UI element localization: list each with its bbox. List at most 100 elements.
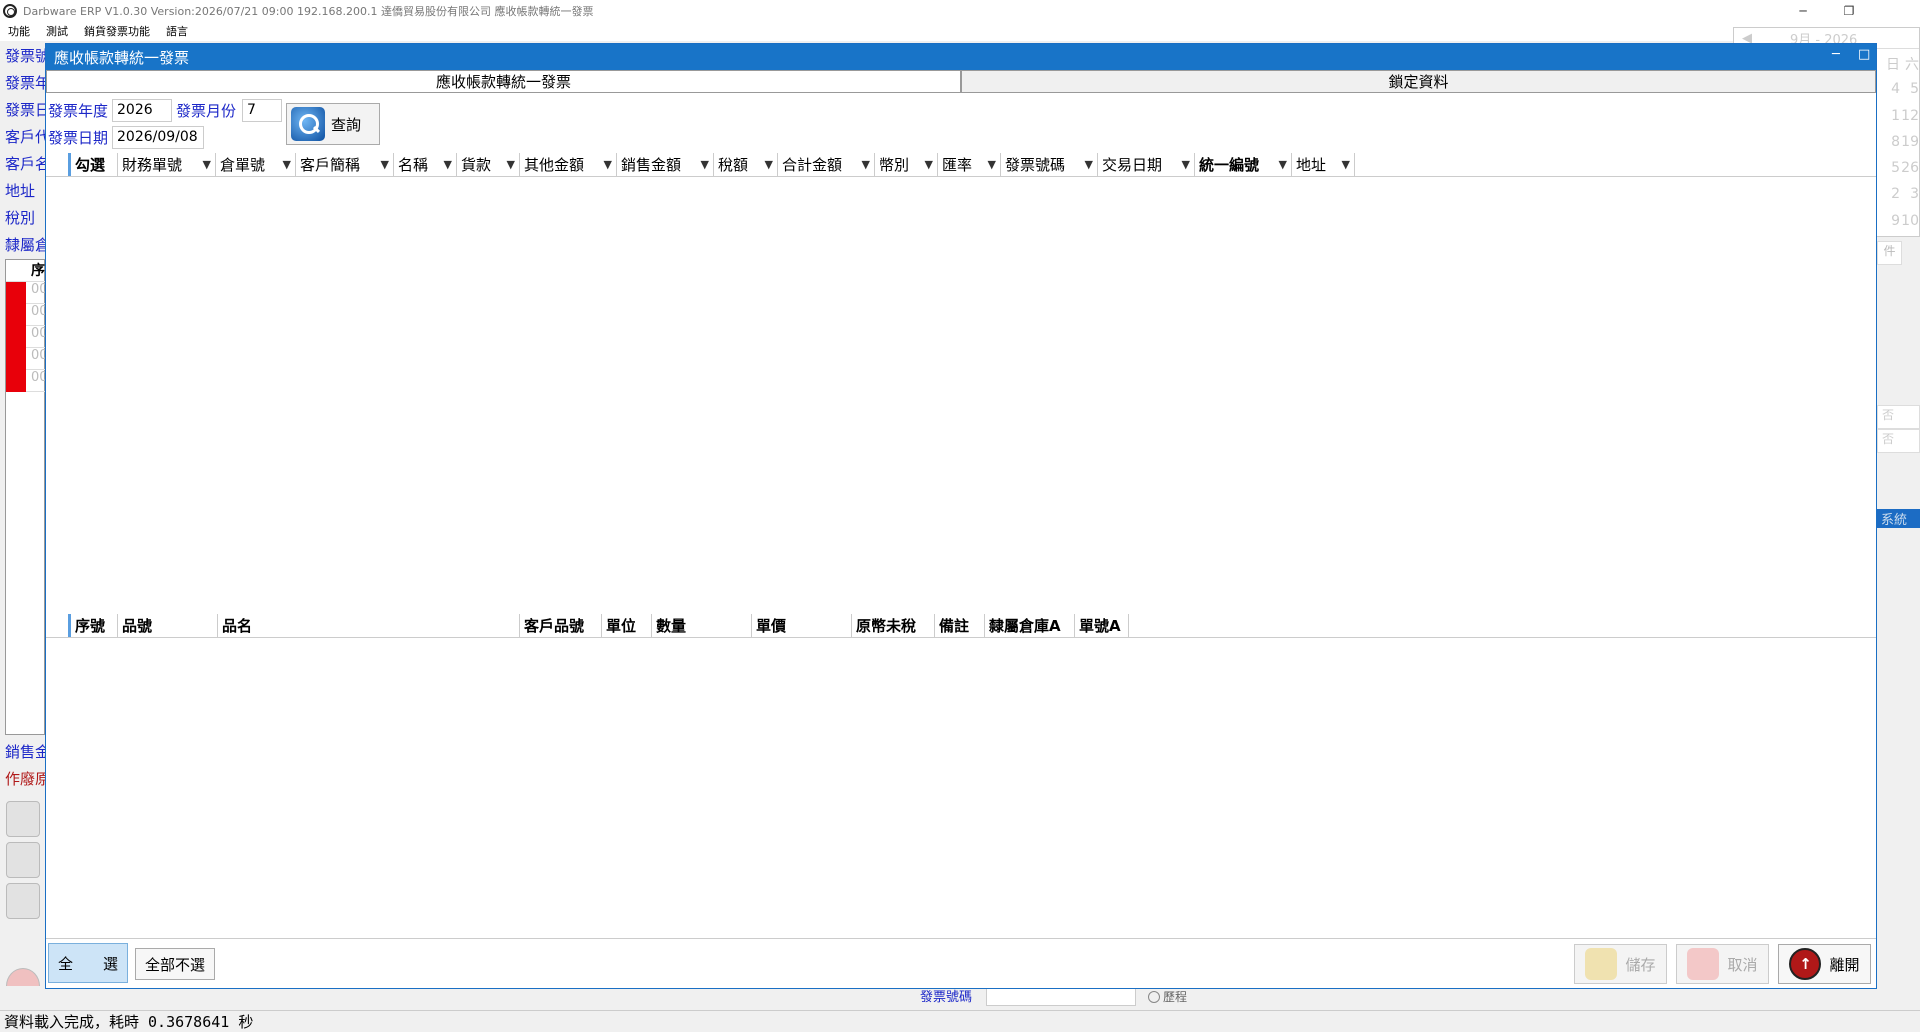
col-tax-id[interactable]: 統一編號 ▼ — [1195, 153, 1292, 176]
child-window: 應收帳款轉統一發票 ─ □ 應收帳款轉統一發票 鎖定資料 發票年度 2026 發… — [45, 43, 1877, 989]
menu-bar: 功能 測試 銷貨發票功能 語言 — [0, 21, 1920, 41]
query-button[interactable]: 查詢 — [286, 103, 380, 145]
col-currency[interactable]: 幣別 ▼ — [875, 153, 938, 176]
filter-icon: ▼ — [443, 158, 452, 171]
col-total-amount[interactable]: 合計金額 ▼ — [778, 153, 875, 176]
col-remark[interactable]: 備註 — [935, 614, 985, 637]
side-button[interactable]: 否 — [1877, 429, 1920, 453]
user-icon[interactable] — [6, 842, 40, 878]
left-grid[interactable]: 序 00 00 00 00 00 — [5, 259, 48, 735]
calendar-row: 9 10 — [1891, 213, 1919, 229]
col-unit[interactable]: 單位 — [602, 614, 652, 637]
col-item-name[interactable]: 品名 — [218, 614, 520, 637]
app-logo-icon — [3, 3, 17, 18]
field-label: 隸屬倉庫 — [5, 236, 45, 254]
arrow-up-icon: ↑ — [1789, 948, 1822, 980]
col-tax[interactable]: 稅額 ▼ — [714, 153, 778, 176]
col-warehouse-no[interactable]: 倉單號 ▼ — [216, 153, 296, 176]
filter-icon: ▼ — [1181, 158, 1190, 171]
filter-icon: ▼ — [282, 158, 291, 171]
filter-icon: ▼ — [202, 158, 211, 171]
col-sales-amount[interactable]: 銷售金額 ▼ — [617, 153, 714, 176]
month-field[interactable]: 7 — [242, 99, 282, 122]
col-name[interactable]: 名稱 ▼ — [394, 153, 457, 176]
filter-icon: ▼ — [700, 158, 709, 171]
edit-doc-icon[interactable] — [6, 801, 40, 837]
col-invoice-no[interactable]: 發票號碼 ▼ — [1001, 153, 1098, 176]
row-indicator — [6, 282, 26, 304]
date-label: 發票日期 — [48, 129, 109, 147]
invoice-no-input[interactable] — [986, 988, 1136, 1006]
menu-function[interactable]: 功能 — [0, 23, 38, 39]
calendar-row: 23 — [1891, 186, 1919, 202]
filter-icon: ▼ — [764, 158, 773, 171]
child-titlebar: 應收帳款轉統一發票 ─ □ — [46, 44, 1876, 70]
exit-button[interactable]: ↑ 離開 — [1778, 944, 1871, 984]
filter-icon: ▼ — [603, 158, 612, 171]
child-minimize-button[interactable]: ─ — [1832, 47, 1840, 62]
field-label: 稅別 — [5, 209, 36, 227]
deselect-all-button[interactable]: 全部不選 — [135, 948, 215, 980]
calendar-row: 1 12 — [1891, 108, 1919, 124]
app-titlebar: Darbware ERP V1.0.30 Version:2026/07/21 … — [0, 0, 1920, 21]
top-grid-header: 勾選 財務單號 ▼ 倉單號 ▼ 客戶簡稱 ▼ 名稱 ▼ 貨款 ▼ 其他金額 ▼ 銷售金額 ▼ … — [46, 153, 1876, 177]
year-field[interactable]: 2026 — [112, 99, 172, 122]
col-customer-short[interactable]: 客戶簡稱 ▼ — [296, 153, 394, 176]
restore-button[interactable]: ❐ — [1826, 0, 1872, 21]
col-other-amount[interactable]: 其他金額 ▼ — [520, 153, 617, 176]
save-button[interactable]: 儲存 — [1574, 944, 1667, 984]
col-trade-date[interactable]: 交易日期 ▼ — [1098, 153, 1195, 176]
left-grid-header: 序 — [6, 260, 46, 282]
col-finance-no[interactable]: 財務單號 ▼ — [118, 153, 216, 176]
history-label: 歷程 — [1163, 990, 1188, 1004]
col-orig-untaxed[interactable]: 原幣未稅 — [852, 614, 935, 637]
col-quantity[interactable]: 數量 — [652, 614, 752, 637]
child-maximize-button[interactable]: □ — [1858, 47, 1870, 62]
cancel-button[interactable]: 取消 — [1676, 944, 1769, 984]
col-customer-item-no[interactable]: 客戶品號 — [520, 614, 602, 637]
menu-sales-invoice[interactable]: 銷貨發票功能 — [76, 23, 158, 39]
row-indicator — [6, 304, 26, 326]
field-label: 作廢原因 — [5, 770, 45, 788]
menu-language[interactable]: 語言 — [158, 23, 196, 39]
search-icon — [291, 107, 325, 141]
app-title: Darbware ERP V1.0.30 Version:2026/07/21 … — [23, 4, 594, 18]
col-unit-price[interactable]: 單價 — [752, 614, 852, 637]
calendar-row: 5 26 — [1891, 160, 1919, 176]
filter-icon: ▼ — [1278, 158, 1287, 171]
col-warehouse-a[interactable]: 隸屬倉庫A — [985, 614, 1075, 637]
select-all-button[interactable]: 全 選 — [48, 943, 128, 983]
tab-ar-to-invoice[interactable]: 應收帳款轉統一發票 — [46, 70, 961, 93]
calendar-row: 45 — [1891, 81, 1919, 97]
bottom-grid-body[interactable] — [46, 639, 1876, 937]
filter-icon: ▼ — [506, 158, 515, 171]
save-icon — [1585, 948, 1618, 980]
col-item-no[interactable]: 品號 — [118, 614, 218, 637]
col-exchange-rate[interactable]: 匯率 ▼ — [938, 153, 1001, 176]
menu-test[interactable]: 測試 — [38, 23, 76, 39]
col-goods-amount[interactable]: 貨款 ▼ — [457, 153, 520, 176]
col-address[interactable]: 地址 ▼ — [1292, 153, 1355, 176]
history-radio[interactable] — [1148, 991, 1160, 1003]
system-label: 系統 — [1877, 509, 1920, 528]
tab-locked-data[interactable]: 鎖定資料 — [961, 70, 1876, 93]
child-title: 應收帳款轉統一發票 — [54, 48, 190, 67]
top-grid-body[interactable] — [46, 178, 1876, 648]
field-label: 客戶名稱 — [5, 155, 45, 173]
col-seq[interactable]: 序號 — [68, 614, 118, 637]
col-check[interactable]: 勾選 — [68, 153, 118, 176]
right-side-panel: 件 系統 否 否 — [1877, 237, 1920, 922]
side-button[interactable]: 否 — [1877, 405, 1920, 429]
filter-icon: ▼ — [987, 158, 996, 171]
side-button[interactable]: 件 — [1877, 241, 1902, 265]
left-form-panel: 發票號碼 發票年度 發票日期 客戶代號 客戶名稱 地址 稅別 隸屬倉庫 序 00… — [0, 41, 48, 1010]
col-order-no-a[interactable]: 單號A — [1075, 614, 1129, 637]
field-label: 發票號碼 — [5, 47, 45, 65]
calendar-row: 日六 — [1886, 57, 1919, 73]
footer-bar: 全 選 全部不選 儲存 取消 ↑ 離開 — [46, 938, 1876, 988]
row-indicator — [6, 370, 26, 392]
field-label: 發票年度 — [5, 74, 45, 92]
folder-icon[interactable] — [6, 883, 40, 919]
minimize-button[interactable]: ─ — [1780, 0, 1826, 21]
date-field[interactable]: 2026/09/08 — [112, 126, 204, 149]
